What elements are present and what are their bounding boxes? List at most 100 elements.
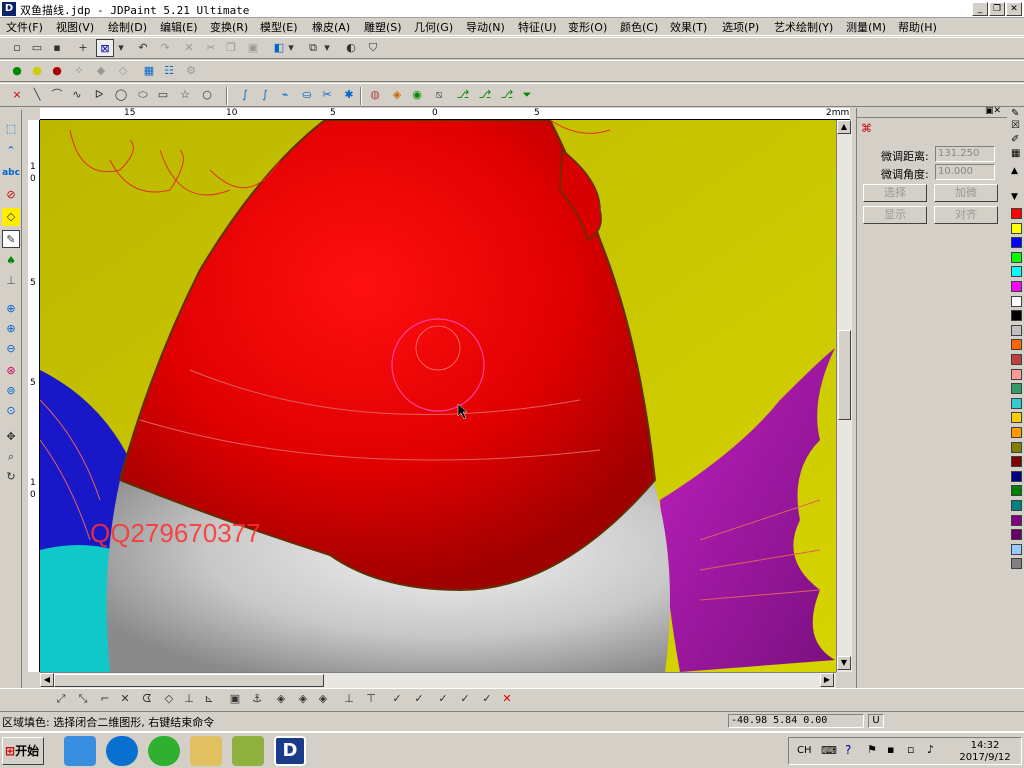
start-button[interactable]: ⊞开始 bbox=[2, 737, 44, 765]
arc-icon[interactable]: ⌒ bbox=[48, 86, 66, 104]
scroll-left-icon[interactable]: ◀ bbox=[40, 673, 54, 687]
edge-browser-icon[interactable] bbox=[148, 736, 180, 766]
color-swatch[interactable] bbox=[1011, 514, 1022, 526]
vertical-scrollbar[interactable]: ▲ ▼ bbox=[836, 120, 852, 672]
horizontal-scroll-thumb[interactable] bbox=[54, 674, 324, 687]
grid-icon[interactable]: ▦ bbox=[140, 62, 158, 80]
menu-draw[interactable]: 绘制(D) bbox=[108, 19, 147, 35]
select-box-icon[interactable]: ⊠ bbox=[96, 39, 114, 57]
text-tool-icon[interactable]: abc bbox=[2, 164, 20, 182]
language-indicator[interactable]: CH bbox=[797, 745, 812, 756]
align-top-icon[interactable]: ⊤ bbox=[362, 690, 380, 708]
color-swatch[interactable] bbox=[1011, 485, 1022, 497]
trim-icon[interactable]: ⎇ bbox=[454, 86, 472, 104]
funnel-icon[interactable]: ⏷ bbox=[518, 86, 536, 104]
menu-geometry[interactable]: 几何(G) bbox=[414, 19, 453, 35]
circle-icon[interactable]: ◯ bbox=[112, 86, 130, 104]
panel-close-icon[interactable]: ▣✕ bbox=[985, 106, 1001, 116]
device-icon[interactable]: ▫ bbox=[907, 743, 914, 756]
rectangle-icon[interactable]: ▭ bbox=[154, 86, 172, 104]
tool-e-icon[interactable]: ✓ bbox=[478, 690, 496, 708]
table-icon[interactable]: ☷ bbox=[160, 62, 178, 80]
color-swatch[interactable] bbox=[1011, 281, 1022, 292]
menu-art-draw[interactable]: 艺术绘制(Y) bbox=[774, 19, 833, 35]
menu-model[interactable]: 模型(E) bbox=[260, 19, 298, 35]
curve-tool-icon[interactable]: ∫ bbox=[236, 86, 254, 104]
menu-measure[interactable]: 测量(M) bbox=[846, 19, 886, 35]
delete-icon[interactable]: ✕ bbox=[180, 39, 198, 57]
zoom-fit-icon[interactable]: ⊚ bbox=[2, 382, 20, 400]
color-swatch[interactable] bbox=[1011, 470, 1022, 482]
vertical-scroll-thumb[interactable] bbox=[838, 330, 851, 420]
help-icon[interactable]: ? bbox=[845, 743, 851, 757]
view-dropdown-icon[interactable]: ▾ bbox=[322, 39, 332, 57]
open-folder-icon[interactable]: ▭ bbox=[28, 39, 46, 57]
rotate-view-icon[interactable]: ↻ bbox=[2, 468, 20, 486]
extend-icon[interactable]: ⎇ bbox=[476, 86, 494, 104]
menu-options[interactable]: 选项(P) bbox=[722, 19, 759, 35]
fill-tool-icon[interactable]: ♠ bbox=[2, 252, 20, 270]
tool-c-icon[interactable]: ✓ bbox=[434, 690, 452, 708]
drawing-canvas[interactable]: QQ279670377 bbox=[40, 120, 836, 672]
zoom-all-icon[interactable]: ⊛ bbox=[2, 362, 20, 380]
diamond-b-icon[interactable]: ◈ bbox=[294, 690, 312, 708]
menu-effect[interactable]: 效果(T) bbox=[670, 19, 707, 35]
maximize-button[interactable]: ❐ bbox=[989, 2, 1005, 16]
color-swatch[interactable] bbox=[1011, 412, 1022, 424]
scissors-icon[interactable]: ✂ bbox=[318, 86, 336, 104]
shape-tool-icon[interactable]: ⊘ bbox=[2, 186, 20, 204]
scroll-right-icon[interactable]: ▶ bbox=[820, 673, 834, 687]
node-yellow-icon[interactable]: ● bbox=[28, 62, 46, 80]
curve-tool2-icon[interactable]: ∫ bbox=[256, 86, 274, 104]
folder-icon[interactable] bbox=[190, 736, 222, 766]
browser-icon[interactable] bbox=[106, 736, 138, 766]
color-swatch[interactable] bbox=[1011, 397, 1022, 409]
circle-outline-icon[interactable]: ○ bbox=[198, 86, 216, 104]
color-swatch[interactable] bbox=[1011, 529, 1022, 541]
node-circle-icon[interactable]: ◇ bbox=[160, 690, 178, 708]
color-swatch[interactable] bbox=[1011, 266, 1022, 278]
zoom-in-icon[interactable]: ⊕ bbox=[2, 320, 20, 338]
menu-eraser[interactable]: 橡皮(A) bbox=[312, 19, 350, 35]
color-swatch[interactable] bbox=[1011, 237, 1022, 249]
eyedropper-tool-icon[interactable]: ✎ bbox=[2, 230, 20, 248]
point-icon[interactable]: × bbox=[8, 86, 26, 104]
redo-icon[interactable]: ↷ bbox=[156, 39, 174, 57]
paste-icon[interactable]: ▣ bbox=[244, 39, 262, 57]
diamond-icon[interactable]: ◈ bbox=[388, 86, 406, 104]
color-swatch[interactable] bbox=[1011, 295, 1022, 307]
tool-d-icon[interactable]: ✓ bbox=[456, 690, 474, 708]
fine-distance-field[interactable]: 131.250 bbox=[935, 146, 995, 162]
color-swatch[interactable] bbox=[1011, 310, 1022, 322]
anchor-icon[interactable]: ⚓ bbox=[248, 690, 266, 708]
palette-up-icon[interactable]: ▲ bbox=[1011, 166, 1018, 176]
layer-dropdown-icon[interactable]: ▾ bbox=[286, 39, 296, 57]
menu-edit[interactable]: 编辑(E) bbox=[160, 19, 198, 35]
node-group-icon[interactable]: ⁘ bbox=[70, 62, 88, 80]
tool-b-icon[interactable]: ✓ bbox=[410, 690, 428, 708]
menu-transform[interactable]: 变换(R) bbox=[210, 19, 248, 35]
fillet-icon[interactable]: ⌐ bbox=[96, 690, 114, 708]
copy-icon[interactable]: ❐ bbox=[222, 39, 240, 57]
crosshair-icon[interactable]: + bbox=[74, 39, 92, 57]
new-file-icon[interactable]: ▫ bbox=[8, 39, 26, 57]
node-edit-icon[interactable]: ◆ bbox=[92, 62, 110, 80]
keyboard-icon[interactable]: ⌨ bbox=[821, 744, 837, 757]
app-green-icon[interactable] bbox=[232, 736, 264, 766]
clock[interactable]: 14:32 2017/9/12 bbox=[949, 740, 1021, 764]
color-swatch[interactable] bbox=[1011, 354, 1022, 365]
zoom-out-icon[interactable]: ⊖ bbox=[2, 340, 20, 358]
color-swatch[interactable] bbox=[1011, 251, 1022, 263]
polygon-edit-icon[interactable]: ᗧ bbox=[138, 690, 156, 708]
break-icon[interactable]: ⤡ bbox=[74, 690, 92, 708]
offset-icon[interactable]: ⎇ bbox=[498, 86, 516, 104]
fine-angle-field[interactable]: 10.000 bbox=[935, 164, 995, 180]
zoom-window-icon[interactable]: ⊕ bbox=[2, 300, 20, 318]
vector-icon[interactable]: ✱ bbox=[340, 86, 358, 104]
ellipse-icon[interactable]: ⬭ bbox=[134, 86, 152, 104]
line-icon[interactable]: ╲ bbox=[28, 86, 46, 104]
palette-down-icon[interactable]: ▼ bbox=[1011, 192, 1018, 202]
fill-region-icon[interactable]: ◍ bbox=[366, 86, 384, 104]
color-swatch[interactable] bbox=[1011, 383, 1022, 395]
pen-icon[interactable]: ✎ bbox=[1011, 108, 1019, 119]
